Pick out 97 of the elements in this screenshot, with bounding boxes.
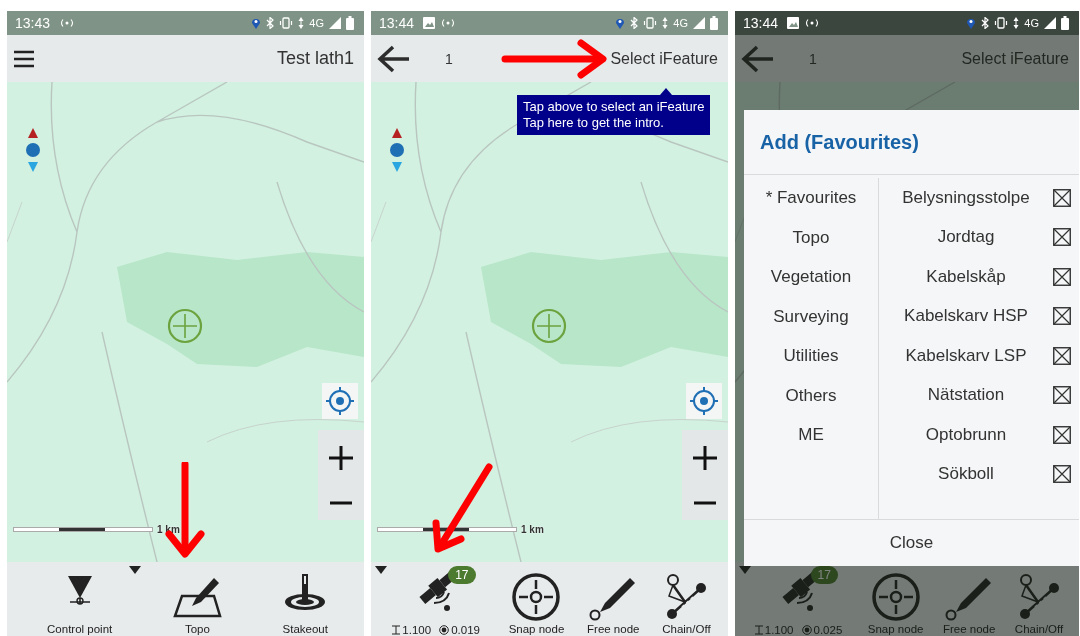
crosshair-circle-icon[interactable] [511,572,562,622]
network-type: 4G [1024,17,1039,29]
locate-button[interactable] [686,383,722,419]
scale-label: 1 km [521,524,544,535]
image-icon [423,17,436,29]
zoom-in-icon[interactable] [328,444,354,471]
feature-item[interactable]: Jordtag [879,227,1053,248]
bluetooth-icon [630,17,639,29]
network-type: 4G [309,17,324,29]
dialog-title: Add (Favourites) [744,110,1079,175]
accuracy-reading: 0.019 [451,624,480,636]
vibrate-icon [643,17,658,29]
tool-label[interactable]: Chain/Off [1014,623,1064,636]
cross-box-icon[interactable] [1053,188,1071,207]
cross-box-icon[interactable] [1053,386,1071,405]
crosshair-icon [167,308,203,344]
tool-label[interactable]: Free node [942,623,996,636]
signal-icon [693,17,705,29]
clock-time: 13:44 [743,15,779,31]
accuracy-icon [439,625,450,635]
zoom-in-icon[interactable] [692,444,718,471]
location-pin-icon [966,17,977,29]
category-item[interactable]: Others [785,375,837,415]
bluetooth-icon [266,17,275,29]
bluetooth-icon [981,17,990,29]
satellite-count-badge: 17 [448,566,476,584]
menu-icon[interactable] [13,49,35,68]
data-arrows-icon [1013,17,1020,29]
battery-icon [1061,16,1069,30]
zoom-out-icon[interactable] [330,499,352,506]
tooltip-pointer [660,88,672,95]
item-count: 1 [445,50,453,67]
category-item[interactable]: Vegetation [770,257,852,297]
clock-time: 13:43 [15,15,51,31]
zoom-out-icon[interactable] [694,499,716,506]
back-arrow-icon[interactable] [377,44,411,73]
category-item[interactable]: Surveying [773,296,849,336]
vibrate-icon [279,17,294,29]
feature-item[interactable]: Belysningsstolpe [879,187,1053,208]
location-pin-icon [615,17,626,29]
tool-label[interactable]: Topo [184,623,210,636]
cross-box-icon[interactable] [1053,425,1071,444]
feature-item[interactable]: Sökboll [879,464,1053,485]
battery-icon [710,16,718,30]
hotspot-icon [59,18,76,28]
cross-box-icon[interactable] [1053,346,1071,365]
collapse-caret-icon[interactable] [375,566,387,574]
compass-icon[interactable] [26,128,40,172]
item-count: 1 [809,50,817,67]
height-icon [754,625,763,635]
tool-label[interactable]: Control point [47,623,113,636]
tool-label[interactable]: Chain/Off [662,623,711,636]
hotspot-icon [440,18,457,28]
collapse-caret-icon[interactable] [129,566,141,574]
network-type: 4G [673,17,688,29]
category-item[interactable]: Utilities [783,336,839,376]
data-arrows-icon [662,17,669,29]
tool-label[interactable]: Stakeout [282,623,328,636]
feature-item[interactable]: Kabelskarv LSP [879,345,1053,366]
target-pole-icon[interactable] [283,572,328,612]
app-title[interactable]: Test lath1 [276,48,354,69]
cross-box-icon[interactable] [1053,465,1071,484]
tool-label[interactable]: Free node [587,623,640,636]
height-reading: 1.100 [402,624,432,636]
height-icon [392,625,401,635]
battery-icon [346,16,354,30]
clock-time: 13:44 [379,15,415,31]
category-item[interactable]: ME [798,415,824,455]
accuracy-icon [801,625,812,635]
app-title[interactable]: Select iFeature [961,49,1069,68]
cross-box-icon[interactable] [1053,267,1071,286]
feature-item[interactable]: Kabelskarv HSP [879,306,1053,327]
image-icon [787,17,800,29]
category-item[interactable]: * Favourites [765,178,857,218]
location-pin-icon [251,17,262,29]
category-item[interactable]: Topo [792,217,830,257]
tool-label[interactable]: Snap node [508,623,565,636]
tool-label[interactable]: Snap node [867,623,924,636]
height-reading: 1.100 [764,624,794,636]
satellite-count-badge: 17 [810,566,838,584]
data-arrows-icon [298,17,305,29]
cross-box-icon[interactable] [1053,307,1071,326]
signal-icon [1044,17,1056,29]
tooltip-text: Tap here to get the intro. [523,115,665,131]
crosshair-icon [531,308,567,344]
feature-item[interactable]: Optobrunn [879,424,1053,445]
app-title[interactable]: Select iFeature [610,49,718,68]
locate-button[interactable] [322,383,358,419]
vibrate-icon [994,17,1009,29]
feature-item[interactable]: Nätstation [879,385,1053,406]
accuracy-reading: 0.025 [813,624,843,636]
cross-box-icon[interactable] [1053,228,1071,247]
feature-item[interactable]: Kabelskåp [879,266,1053,287]
hotspot-icon [804,18,821,28]
compass-icon[interactable] [390,128,404,172]
tooltip-text: Tap above to select an iFeature [523,99,705,115]
signal-icon [329,17,341,29]
